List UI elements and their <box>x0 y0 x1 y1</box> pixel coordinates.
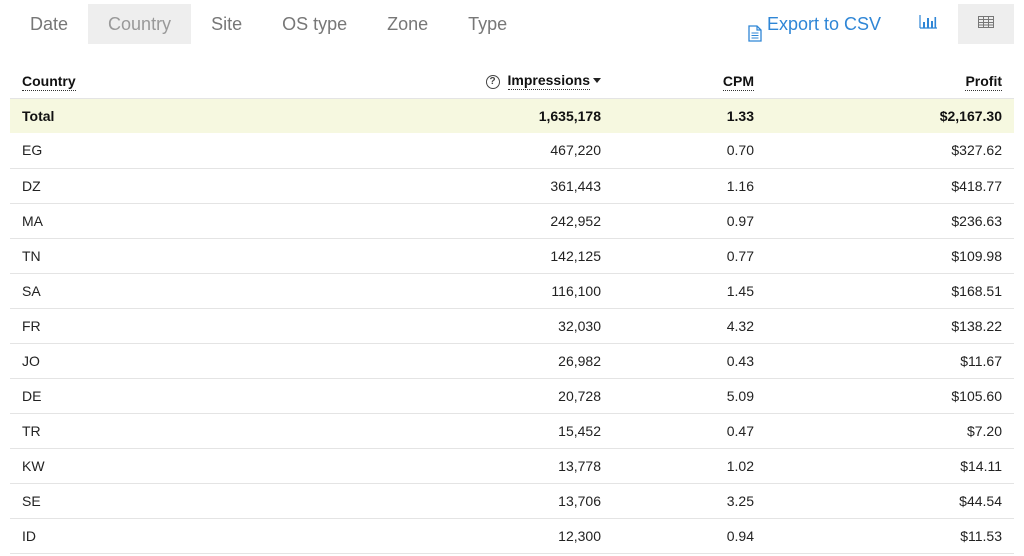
country-cell: SA <box>10 273 330 309</box>
tab-site[interactable]: Site <box>191 4 262 44</box>
table-row: SE 13,706 3.25 $44.54 <box>10 483 1014 519</box>
table-row: MA 242,952 0.97 $236.63 <box>10 203 1014 239</box>
cpm-cell: 0.97 <box>613 203 766 239</box>
profit-cell: $236.63 <box>766 203 1014 239</box>
tab-os-type[interactable]: OS type <box>262 4 367 44</box>
column-header-profit[interactable]: Profit <box>766 64 1014 99</box>
profit-cell: $11.67 <box>766 343 1014 379</box>
cpm-cell: 4.32 <box>613 308 766 344</box>
total-cpm: 1.33 <box>613 98 766 133</box>
impressions-cell: 116,100 <box>330 273 613 309</box>
cpm-header-label[interactable]: CPM <box>722 72 754 91</box>
column-header-cpm[interactable]: CPM <box>613 64 766 99</box>
profit-cell: $44.54 <box>766 483 1014 519</box>
cpm-cell: 0.47 <box>613 413 766 449</box>
cpm-cell: 0.94 <box>613 518 766 554</box>
total-impressions: 1,635,178 <box>330 98 613 133</box>
dimension-tabs: Date Country Site OS type Zone Type <box>10 4 527 44</box>
country-cell: MA <box>10 203 330 239</box>
table-row: KW 13,778 1.02 $14.11 <box>10 448 1014 484</box>
country-cell: TN <box>10 238 330 274</box>
table-icon <box>978 15 994 33</box>
impressions-cell: 142,125 <box>330 238 613 274</box>
table-view-button[interactable] <box>958 4 1014 44</box>
help-icon[interactable]: ? <box>485 75 500 90</box>
bar-chart-icon <box>919 14 937 34</box>
stats-table: Country ? Impressions CPM Profit Total 1,… <box>10 64 1014 554</box>
table-row: DZ 361,443 1.16 $418.77 <box>10 168 1014 204</box>
country-cell: ID <box>10 518 330 554</box>
profit-cell: $14.11 <box>766 448 1014 484</box>
country-cell: JO <box>10 343 330 379</box>
impressions-cell: 12,300 <box>330 518 613 554</box>
country-cell: EG <box>10 133 330 169</box>
impressions-cell: 32,030 <box>330 308 613 344</box>
impressions-cell: 467,220 <box>330 133 613 169</box>
table-row: EG 467,220 0.70 $327.62 <box>10 133 1014 169</box>
cpm-cell: 3.25 <box>613 483 766 519</box>
document-icon <box>748 16 762 42</box>
country-cell: DZ <box>10 168 330 204</box>
profit-header-label[interactable]: Profit <box>965 72 1002 91</box>
table-row: FR 32,030 4.32 $138.22 <box>10 308 1014 344</box>
impressions-header-label[interactable]: Impressions <box>507 72 590 91</box>
cpm-cell: 1.45 <box>613 273 766 309</box>
country-cell: KW <box>10 448 330 484</box>
profit-cell: $105.60 <box>766 378 1014 414</box>
column-header-impressions[interactable]: ? Impressions <box>330 64 613 99</box>
cpm-cell: 5.09 <box>613 378 766 414</box>
country-cell: TR <box>10 413 330 449</box>
tab-country[interactable]: Country <box>88 4 192 44</box>
export-csv-button[interactable]: Export to CSV <box>748 4 881 44</box>
country-header-label[interactable]: Country <box>22 72 76 91</box>
impressions-cell: 20,728 <box>330 378 613 414</box>
export-csv-label: Export to CSV <box>767 14 882 34</box>
table-row: TN 142,125 0.77 $109.98 <box>10 238 1014 274</box>
chart-view-button[interactable] <box>900 4 956 44</box>
profit-cell: $7.20 <box>766 413 1014 449</box>
impressions-cell: 242,952 <box>330 203 613 239</box>
profit-cell: $109.98 <box>766 238 1014 274</box>
total-profit: $2,167.30 <box>766 98 1014 133</box>
column-header-country[interactable]: Country <box>10 64 330 99</box>
tab-zone[interactable]: Zone <box>367 4 448 44</box>
impressions-cell: 13,778 <box>330 448 613 484</box>
tab-type[interactable]: Type <box>448 4 527 44</box>
table-row: JO 26,982 0.43 $11.67 <box>10 343 1014 379</box>
profit-cell: $138.22 <box>766 308 1014 344</box>
table-row: SA 116,100 1.45 $168.51 <box>10 273 1014 309</box>
profit-cell: $327.62 <box>766 133 1014 169</box>
impressions-cell: 361,443 <box>330 168 613 204</box>
table-header-row: Country ? Impressions CPM Profit <box>10 64 1014 99</box>
table-row: DE 20,728 5.09 $105.60 <box>10 378 1014 414</box>
cpm-cell: 0.43 <box>613 343 766 379</box>
country-cell: DE <box>10 378 330 414</box>
country-cell: FR <box>10 308 330 344</box>
cpm-cell: 1.16 <box>613 168 766 204</box>
profit-cell: $418.77 <box>766 168 1014 204</box>
total-row: Total 1,635,178 1.33 $2,167.30 <box>10 98 1014 133</box>
cpm-cell: 1.02 <box>613 448 766 484</box>
country-cell: SE <box>10 483 330 519</box>
profit-cell: $168.51 <box>766 273 1014 309</box>
cpm-cell: 0.70 <box>613 133 766 169</box>
table-row: ID 12,300 0.94 $11.53 <box>10 518 1014 554</box>
impressions-cell: 15,452 <box>330 413 613 449</box>
total-label: Total <box>10 98 330 133</box>
sort-desc-icon[interactable] <box>593 78 601 84</box>
table-row: TR 15,452 0.47 $7.20 <box>10 413 1014 449</box>
impressions-cell: 13,706 <box>330 483 613 519</box>
profit-cell: $11.53 <box>766 518 1014 554</box>
cpm-cell: 0.77 <box>613 238 766 274</box>
tab-date[interactable]: Date <box>10 4 88 44</box>
toolbar: Date Country Site OS type Zone Type Expo… <box>0 0 1024 46</box>
impressions-cell: 26,982 <box>330 343 613 379</box>
